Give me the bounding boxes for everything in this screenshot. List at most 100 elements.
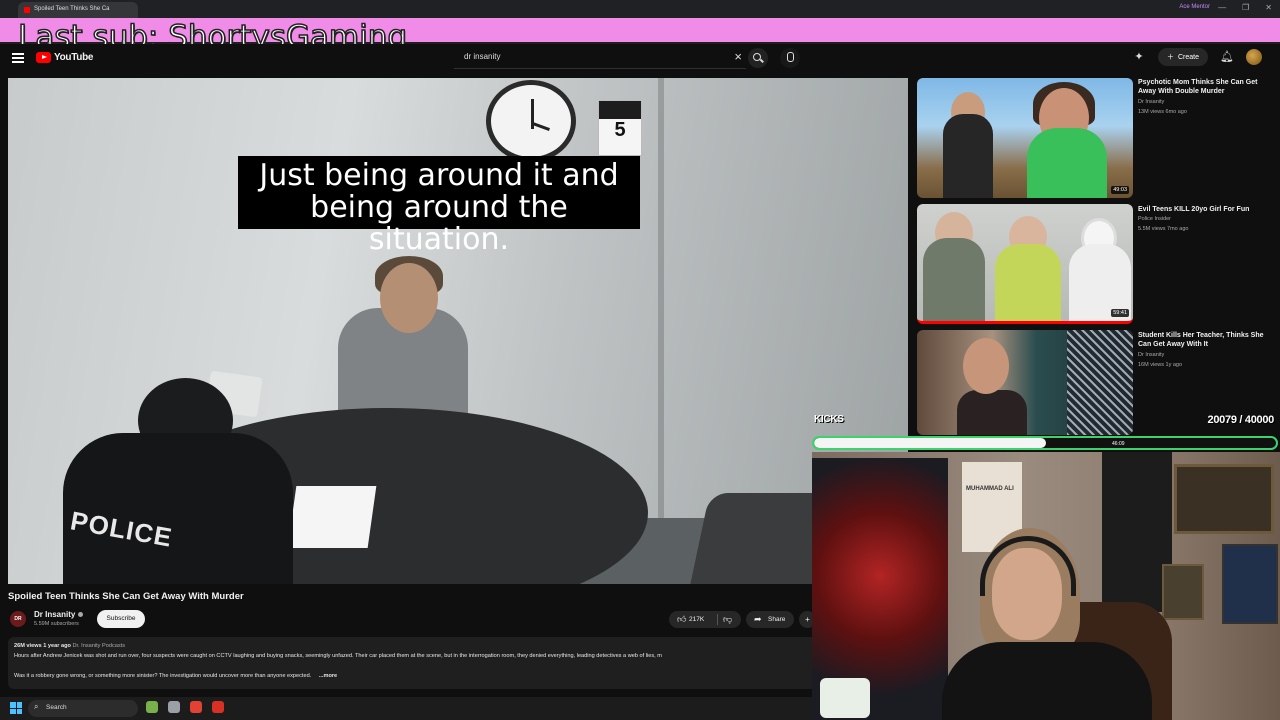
recommendation-meta: 5.5M views 7mo ago — [1138, 226, 1189, 232]
taskbar-search-label: Search — [46, 704, 67, 711]
description-line-2: Was it a robbery gone wrong, or somethin… — [14, 673, 337, 679]
webcam-person-body — [942, 642, 1152, 720]
share-label: Share — [768, 615, 786, 623]
video-caption: Just being around it and being around th… — [238, 156, 640, 256]
goal-time: 46:09 — [1112, 441, 1125, 447]
video-player[interactable]: 5 POLICE Just being around it and being … — [8, 78, 908, 584]
recommendation-title[interactable]: Student Kills Her Teacher, Thinks She Ca… — [1138, 331, 1268, 349]
recommendation-title[interactable]: Psychotic Mom Thinks She Can Get Away Wi… — [1138, 78, 1268, 96]
description-box[interactable]: 26M views 1 year ago Dr. Insanity Podcas… — [8, 637, 816, 689]
taskbar-apps — [146, 701, 224, 713]
playlist-tag[interactable]: Dr. Insanity Podcasts — [72, 643, 125, 649]
browser-tab-title: Spoiled Teen Thinks She Ca — [34, 6, 110, 12]
create-button[interactable]: ＋ Create — [1157, 48, 1208, 66]
views-and-date: 26M views 1 year ago — [14, 643, 71, 649]
share-arrow-icon: ➦ — [754, 614, 762, 624]
thumb-person-body-2 — [995, 244, 1061, 321]
youtube-header: YouTube dr insanity × ✦ ＋ Create 🔔︎ — [0, 44, 1280, 72]
video-paper — [287, 486, 377, 548]
goal-label: KICKS — [814, 414, 844, 425]
taskbar-app-icon[interactable] — [212, 701, 224, 713]
search-icon: ⌕ — [34, 702, 39, 711]
description-text: Was it a robbery gone wrong, or somethin… — [14, 673, 312, 679]
calendar-day: 5 — [614, 119, 626, 141]
search-button[interactable] — [748, 48, 768, 68]
webcam-picture-frame — [1174, 464, 1274, 534]
recommendation-thumbnail[interactable] — [917, 330, 1133, 435]
extension-icon[interactable]: ✦ — [1132, 50, 1146, 64]
recommendation-title[interactable]: Evil Teens KILL 20yo Girl For Fun — [1138, 205, 1268, 214]
video-person-head — [380, 263, 438, 333]
thumb-person-body — [957, 390, 1027, 435]
tab-strip: Spoiled Teen Thinks She Ca Ace Mentor — … — [0, 0, 1280, 18]
recommendation-thumbnail[interactable]: 49:03 — [917, 78, 1133, 198]
goal-progress-fill — [814, 438, 1046, 448]
like-dislike-group: 👍︎ 217K 👎︎ — [669, 611, 741, 628]
close-icon[interactable]: ✕ — [1265, 3, 1272, 12]
browser-tab-active[interactable]: Spoiled Teen Thinks She Ca — [18, 2, 138, 18]
like-divider — [717, 614, 718, 625]
webcam-mug — [820, 678, 870, 718]
hamburger-menu-icon[interactable] — [12, 53, 24, 63]
thumb-person-body-2 — [1027, 128, 1107, 198]
notifications-bell-icon[interactable]: 🔔︎ — [1220, 50, 1234, 64]
recommendation-thumbnail[interactable]: 59:41 — [917, 204, 1133, 324]
poster-text: MUHAMMAD ALI — [966, 486, 1014, 492]
profile-chip[interactable]: Ace Mentor — [1179, 4, 1210, 10]
taskbar-app-icon[interactable] — [190, 701, 202, 713]
webcam-picture-frame-small — [1162, 564, 1204, 620]
youtube-logo-text: YouTube — [54, 52, 94, 63]
recommendation-channel[interactable]: Dr Insanity — [1138, 99, 1164, 105]
description-line: Hours after Andrew Jenicek was shot and … — [14, 653, 662, 659]
video-title: Spoiled Teen Thinks She Can Get Away Wit… — [8, 591, 244, 602]
youtube-logo[interactable]: YouTube — [36, 52, 94, 63]
recommendation-meta: 13M views 6mo ago — [1138, 109, 1187, 115]
video-officer-body — [63, 433, 293, 584]
voice-search-mic-icon[interactable] — [780, 48, 800, 68]
taskbar-search[interactable]: ⌕ Search — [28, 700, 138, 717]
windows-start-icon[interactable] — [10, 702, 22, 714]
subscriber-count: 5.59M subscribers — [34, 621, 79, 627]
thumb-person-body — [923, 238, 985, 321]
like-count[interactable]: 217K — [689, 616, 704, 623]
search-input-value: dr insanity — [464, 52, 501, 61]
clear-search-icon[interactable]: × — [734, 49, 742, 64]
subscribe-button[interactable]: Subscribe — [97, 610, 145, 628]
last-sub-banner: Last sub: ShortysGaming — [0, 18, 1280, 53]
recommendation-channel[interactable]: Police Insider — [1138, 216, 1171, 222]
channel-avatar[interactable]: DR — [10, 611, 26, 627]
window-controls: — ❐ ✕ — [1218, 3, 1272, 12]
create-label: Create — [1177, 53, 1199, 61]
wall-clock — [486, 80, 576, 162]
video-frame-corner — [658, 78, 664, 584]
youtube-favicon-icon — [24, 7, 30, 13]
webcam-feed: MUHAMMAD ALI — [812, 452, 1280, 720]
wall-calendar: 5 — [598, 100, 642, 156]
recommendation-channel[interactable]: Dr Insanity — [1138, 352, 1164, 358]
windows-taskbar: ⌕ Search — [0, 697, 812, 720]
taskbar-app-icon[interactable] — [168, 701, 180, 713]
youtube-play-icon — [36, 52, 51, 63]
thumb-person-body — [943, 114, 993, 198]
header-actions: ✦ ＋ Create 🔔︎ — [1132, 48, 1262, 66]
taskbar-app-icon[interactable] — [146, 701, 158, 713]
goal-count: 20079 / 40000 — [1207, 414, 1275, 426]
share-button[interactable]: ➦ Share — [746, 611, 794, 628]
thumbs-up-icon[interactable]: 👍︎ — [677, 614, 686, 625]
verified-icon — [78, 612, 84, 617]
search-input[interactable]: dr insanity × — [454, 47, 746, 69]
thumbs-down-icon[interactable]: 👎︎ — [723, 614, 732, 625]
channel-name-text: Dr Insanity — [34, 610, 76, 619]
show-more-link[interactable]: ...more — [319, 673, 337, 679]
channel-name[interactable]: Dr Insanity — [34, 610, 84, 619]
goal-progress-bar — [812, 436, 1278, 450]
minimize-icon[interactable]: — — [1218, 3, 1226, 12]
maximize-icon[interactable]: ❐ — [1242, 3, 1249, 12]
recommendation-meta: 16M views 1y ago — [1138, 362, 1183, 368]
account-avatar[interactable] — [1246, 49, 1262, 65]
thumb-grid-pattern — [1067, 330, 1133, 435]
webcam-picture-frame-tall — [1222, 544, 1278, 624]
video-duration: 59:41 — [1111, 309, 1129, 317]
plus-icon: ＋ — [1166, 54, 1174, 61]
thumb-person-face — [963, 338, 1009, 394]
